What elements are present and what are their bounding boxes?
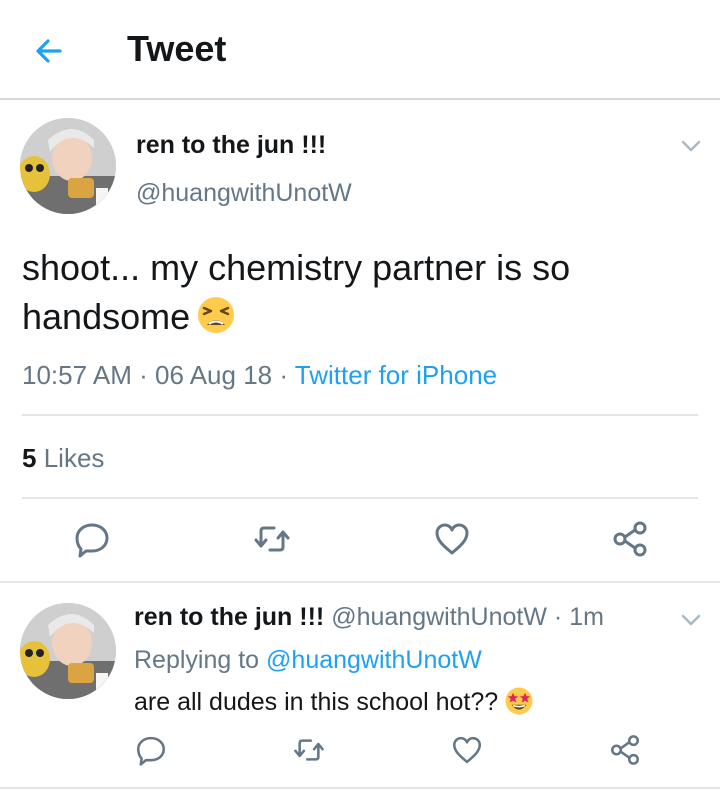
section-separator: [0, 581, 720, 583]
arrow-left-icon[interactable]: [30, 31, 70, 71]
share-icon[interactable]: [608, 733, 642, 767]
likes-count[interactable]: 5 Likes: [22, 443, 104, 474]
chevron-down-icon[interactable]: [680, 138, 702, 154]
tired-face-emoji: [198, 297, 235, 333]
page-title: Tweet: [127, 28, 227, 69]
comment-bubble-icon[interactable]: [134, 733, 168, 767]
reply-body: are all dudes in this school hot??: [134, 688, 499, 716]
tweet-date: 06 Aug 18: [155, 360, 273, 390]
replying-to: Replying to @huangwithUnotW: [134, 646, 482, 675]
tweet-author-handle[interactable]: @huangwithUnotW: [136, 179, 352, 208]
reply-author-handle[interactable]: @huangwithUnotW: [331, 603, 547, 631]
tweet-time: 10:57 AM: [22, 360, 132, 390]
reply-author-name[interactable]: ren to the jun !!!: [134, 603, 324, 631]
reply-header: ren to the jun !!! @huangwithUnotW · 1m: [134, 603, 604, 632]
avatar[interactable]: [20, 118, 116, 214]
divider: [22, 497, 698, 499]
meta-separator: ·: [553, 603, 563, 631]
likes-number: 5: [22, 443, 37, 473]
tweet-source-link[interactable]: Twitter for iPhone: [295, 360, 497, 390]
tweet-author-name[interactable]: ren to the jun !!!: [136, 131, 326, 160]
meta-separator: ·: [139, 360, 148, 390]
replying-to-handle[interactable]: @huangwithUnotW: [266, 646, 482, 674]
tweet-text: shoot... my chemistry partner is so hand…: [22, 243, 712, 341]
chevron-down-icon[interactable]: [680, 612, 702, 628]
share-icon[interactable]: [610, 519, 650, 559]
heart-icon[interactable]: [432, 519, 472, 559]
reply-text: are all dudes in this school hot??: [134, 686, 534, 717]
heart-icon[interactable]: [450, 733, 484, 767]
top-app-bar: [0, 0, 720, 100]
divider: [22, 414, 698, 416]
section-separator: [0, 787, 720, 789]
retweet-icon[interactable]: [292, 733, 326, 767]
meta-separator: ·: [279, 360, 289, 390]
likes-label: Likes: [43, 443, 105, 473]
replying-to-label: Replying to: [134, 646, 260, 674]
avatar[interactable]: [20, 603, 116, 699]
reply-timestamp: 1m: [569, 603, 604, 631]
star-struck-emoji: [505, 687, 533, 715]
tweet-body: shoot... my chemistry partner is so hand…: [22, 247, 571, 337]
retweet-icon[interactable]: [252, 519, 292, 559]
comment-bubble-icon[interactable]: [72, 519, 112, 559]
tweet-meta: 10:57 AM · 06 Aug 18 · Twitter for iPhon…: [22, 360, 497, 391]
